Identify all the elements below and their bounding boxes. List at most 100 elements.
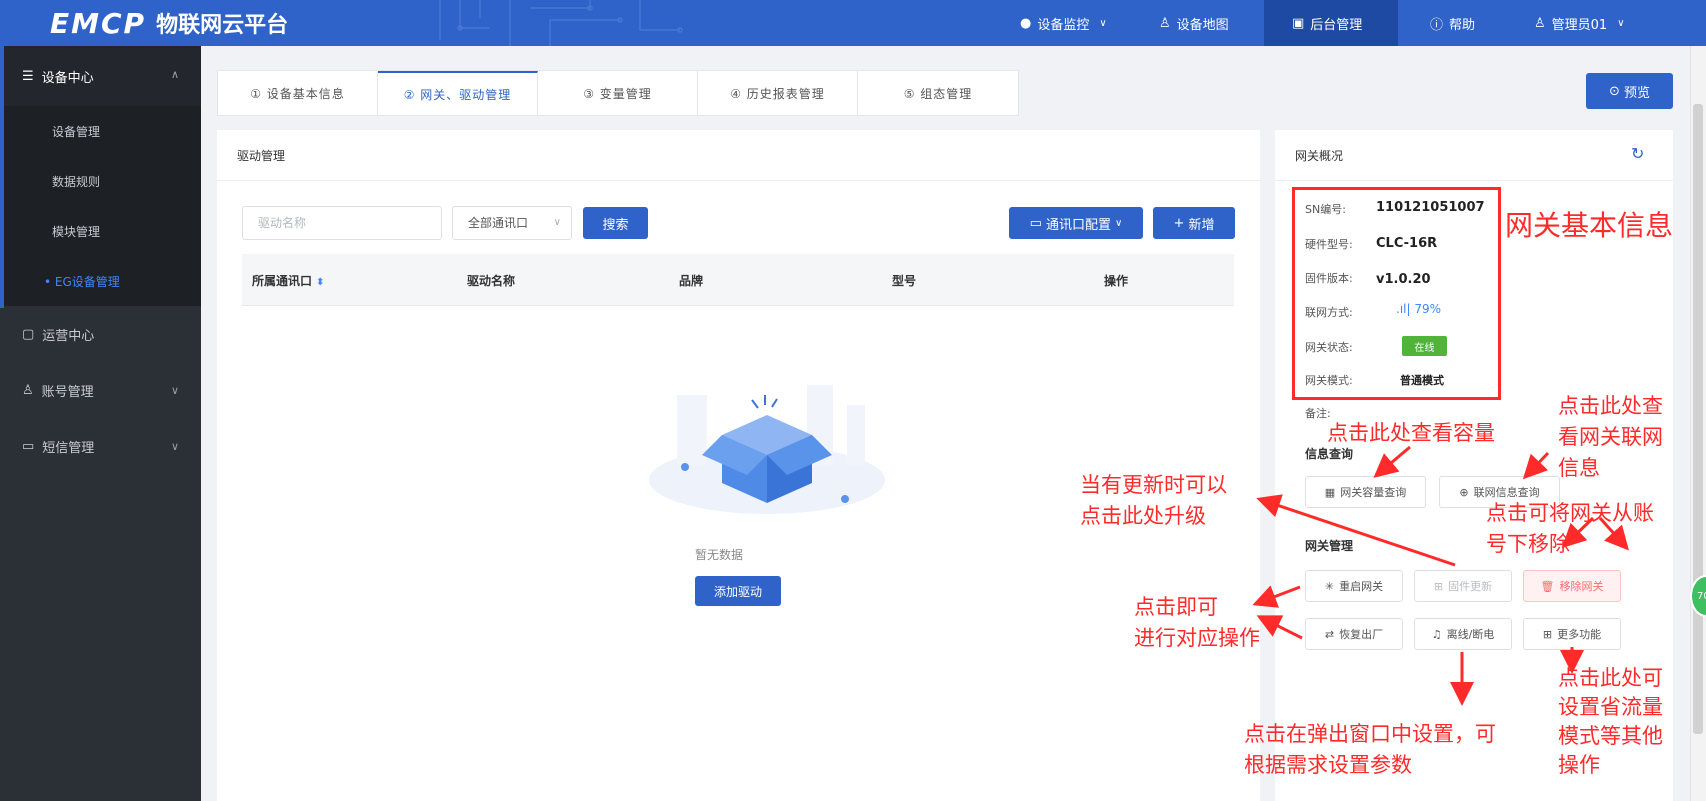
- nav-help[interactable]: ⓘ 帮助: [1416, 0, 1489, 46]
- sidebar-group-label: 短信管理: [42, 440, 95, 456]
- location-icon: ●: [1020, 15, 1032, 31]
- trash-icon: 🗑: [1540, 579, 1555, 593]
- button-label: 离线/断电: [1446, 628, 1495, 641]
- status-badge: 在线: [1402, 336, 1447, 356]
- empty-state-text: 暂无数据: [695, 548, 744, 562]
- tab-scada[interactable]: ⑤ 组态管理: [858, 71, 1018, 115]
- user-icon: ♙: [1534, 15, 1546, 31]
- info-value-mode: 普通模式: [1400, 374, 1444, 387]
- help-icon: ⓘ: [1430, 17, 1444, 33]
- annotation-more: 点击此处可 设置省流量 模式等其他 操作: [1558, 664, 1663, 780]
- remove-gateway-button[interactable]: 🗑 移除网关: [1523, 570, 1621, 602]
- port-select-value: 全部通讯口: [468, 216, 529, 230]
- button-label: 固件更新: [1448, 580, 1493, 593]
- column-header-driver-name: 驱动名称: [467, 274, 516, 288]
- annotation-line: 操作: [1558, 753, 1600, 777]
- restart-gateway-button[interactable]: ✳ 重启网关: [1305, 570, 1403, 602]
- driver-management-panel: 驱动管理 驱动名称 全部通讯口 ∨ 搜索 ▭ 通讯口配置 ∨ + 新增 所属通讯…: [217, 130, 1260, 801]
- sidebar-item-device-management[interactable]: 设备管理: [0, 106, 201, 156]
- refresh-icon[interactable]: ↻: [1631, 144, 1644, 163]
- chevron-up-icon: ∧: [170, 68, 179, 81]
- sms-icon: ▭: [22, 438, 35, 454]
- add-button[interactable]: + 新增: [1153, 207, 1235, 239]
- grid-icon: ⊞: [1542, 627, 1553, 641]
- firmware-update-button[interactable]: ⊞ 固件更新: [1414, 570, 1512, 602]
- nav-label: 管理员01: [1551, 17, 1608, 33]
- annotation-line: 当有更新时可以: [1080, 473, 1227, 497]
- annotation-line: 信息: [1558, 456, 1600, 480]
- column-header-port[interactable]: 所属通讯口 ⬍: [252, 272, 324, 289]
- sidebar-group-label: 运营中心: [42, 328, 95, 344]
- sidebar-group-operation[interactable]: ▢ 运营中心: [0, 306, 201, 362]
- play-circle-icon: ⊙: [1609, 83, 1620, 99]
- annotation-line: 点击在弹出窗口中设置，可: [1244, 722, 1496, 746]
- signal-strength: .ıl| 79%: [1396, 302, 1441, 316]
- logo-text: EMCP: [50, 6, 147, 40]
- annotation-basic-info-box: [1292, 187, 1501, 400]
- swap-icon: ⇄: [1324, 627, 1335, 641]
- sidebar-group-device-center[interactable]: ☰ 设备中心 ∧: [0, 46, 201, 106]
- nav-device-monitor[interactable]: ● 设备监控 ∨: [1006, 0, 1121, 46]
- tab-gateway-driver[interactable]: ② 网关、驱动管理: [378, 71, 538, 115]
- button-label: 网关容量查询: [1340, 486, 1407, 499]
- tab-basic-info[interactable]: ① 设备基本信息: [218, 71, 378, 115]
- sidebar-item-data-rules[interactable]: 数据规则: [0, 156, 201, 206]
- sidebar-active-indicator: [0, 46, 4, 308]
- sidebar: ☰ 设备中心 ∧ 设备管理 数据规则 模块管理 • EG设备管理 ▢ 运营中心 …: [0, 46, 201, 801]
- preview-button[interactable]: ⊙ 预览: [1586, 73, 1673, 109]
- sort-icon[interactable]: ⬍: [316, 277, 324, 288]
- tab-variables[interactable]: ③ 变量管理: [538, 71, 698, 115]
- search-button[interactable]: 搜索: [583, 207, 648, 239]
- port-select[interactable]: 全部通讯口 ∨: [452, 206, 572, 240]
- signal-value: 79%: [1414, 302, 1442, 316]
- nav-label: 设备地图: [1176, 17, 1229, 33]
- port-config-label: 通讯口配置: [1045, 217, 1111, 233]
- loading-icon: ✳: [1324, 579, 1335, 593]
- port-icon: ▭: [1029, 215, 1042, 231]
- annotation-line: 模式等其他: [1558, 724, 1663, 748]
- scrollbar-thumb[interactable]: [1693, 104, 1703, 734]
- sidebar-group-account[interactable]: ♙ 账号管理 ∨: [0, 362, 201, 418]
- capacity-query-button[interactable]: ▦ 网关容量查询: [1305, 476, 1426, 508]
- sidebar-group-label: 账号管理: [41, 384, 94, 400]
- button-label: 更多功能: [1557, 628, 1602, 641]
- sidebar-item-module-management[interactable]: 模块管理: [0, 206, 201, 256]
- driver-name-search-input[interactable]: 驱动名称: [242, 206, 442, 240]
- info-value-firmware: v1.0.20: [1376, 272, 1431, 287]
- nav-device-map[interactable]: ♙ 设备地图: [1145, 0, 1243, 46]
- sidebar-group-sms[interactable]: ▭ 短信管理 ∨: [0, 418, 201, 474]
- button-label: 恢复出厂: [1339, 628, 1384, 641]
- annotation-line: 点击此处可: [1558, 666, 1663, 690]
- add-label: 新增: [1188, 217, 1215, 233]
- button-label: 重启网关: [1339, 580, 1384, 593]
- info-value-hardware: CLC-16R: [1376, 236, 1438, 251]
- logo[interactable]: EMCP 物联网云平台: [50, 6, 289, 40]
- nav-backend-management[interactable]: ▣ 后台管理: [1264, 0, 1398, 46]
- sidebar-group-label: 设备中心: [41, 70, 94, 86]
- gateway-panel-title: 网关概况: [1295, 149, 1344, 163]
- tab-history-reports[interactable]: ④ 历史报表管理: [698, 71, 858, 115]
- driver-table-header: 所属通讯口 ⬍ 驱动名称 品牌 型号 操作: [242, 254, 1234, 306]
- factory-reset-button[interactable]: ⇄ 恢复出厂: [1305, 618, 1403, 650]
- info-label-status: 网关状态:: [1305, 341, 1353, 354]
- info-label-mode: 网关模式:: [1305, 374, 1353, 387]
- annotation-line: 设置省流量: [1558, 695, 1663, 719]
- bell-icon: ♫: [1431, 627, 1442, 641]
- top-header: EMCP 物联网云平台 ● 设备监控 ∨ ♙ 设备地图 ▣ 后台管理 ⓘ 帮助 …: [0, 0, 1706, 46]
- info-label-network: 联网方式:: [1305, 306, 1353, 319]
- port-config-button[interactable]: ▭ 通讯口配置 ∨: [1009, 207, 1143, 239]
- info-label-sn: SN编号:: [1305, 203, 1346, 216]
- empty-box-illustration: [649, 385, 885, 514]
- offline-poweroff-button[interactable]: ♫ 离线/断电: [1414, 618, 1512, 650]
- chevron-down-icon: ∨: [553, 217, 561, 228]
- more-functions-button[interactable]: ⊞ 更多功能: [1523, 618, 1621, 650]
- sidebar-item-eg-device-management[interactable]: • EG设备管理: [0, 256, 201, 306]
- nav-user-menu[interactable]: ♙ 管理员01 ∨: [1520, 0, 1639, 46]
- sidebar-submenu: 设备管理 数据规则 模块管理 • EG设备管理: [0, 106, 201, 306]
- annotation-basic-info: 网关基本信息: [1505, 209, 1674, 242]
- divider: [1275, 180, 1673, 181]
- monitor-icon: ▣: [1292, 15, 1305, 31]
- platform-title: 物联网云平台: [156, 13, 289, 38]
- add-driver-button[interactable]: 添加驱动: [695, 576, 781, 606]
- device-center-icon: ☰: [22, 68, 34, 84]
